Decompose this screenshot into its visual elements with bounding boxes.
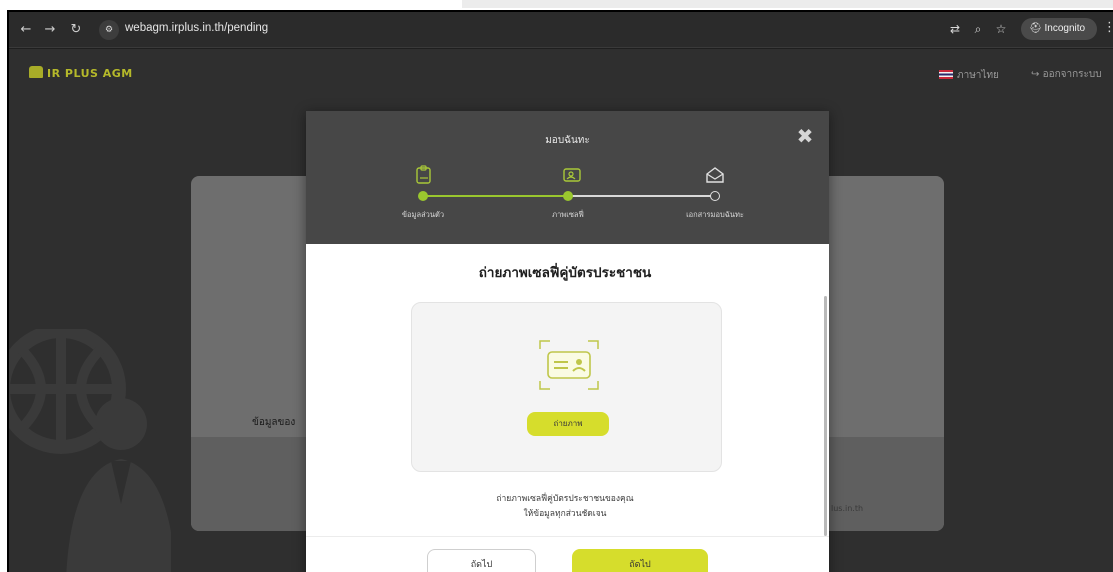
step-label-document: เอกสารมอบฉันทะ — [686, 210, 744, 219]
modal-header: มอบฉันทะ ✖ ข้อมูลส่วนตัว ภาพเซลฟี่ เอกสา… — [306, 111, 829, 244]
language-label: ภาษาไทย — [957, 70, 999, 81]
modal-scrollbar[interactable] — [824, 296, 827, 536]
hint-line-1: ถ่ายภาพเซลฟี่คู่บัตรประชาชนของคุณ — [496, 494, 634, 504]
site-settings-icon[interactable]: ⚙ — [99, 20, 119, 40]
step-connector-pending — [568, 195, 715, 197]
reload-icon[interactable]: ↻ — [67, 21, 85, 39]
back-icon[interactable]: ← — [17, 21, 35, 39]
clipboard-icon — [416, 165, 431, 184]
selfie-title: ถ่ายภาพเซลฟี่คู่บัตรประชาชน — [478, 265, 652, 281]
background-footer-text: lus.in.th — [831, 504, 864, 513]
step-connector-done — [423, 195, 568, 197]
incognito-label: Incognito — [1044, 23, 1086, 34]
next-button[interactable]: ถัดไป — [572, 549, 708, 572]
logo-text: IR PLUS AGM — [47, 67, 133, 80]
modal-footer: ถัดไป ถัดไป — [306, 536, 829, 572]
logout-link[interactable]: ↪ ออกจากระบบ — [1031, 67, 1102, 82]
star-icon[interactable]: ☆ — [993, 21, 1009, 37]
page-backdrop: IR PLUS AGM ภาษาไทย ↪ ออกจากระบบ ข้อมูลข… — [9, 49, 1113, 572]
stepper: ข้อมูลส่วนตัว ภาพเซลฟี่ เอกสารมอบฉันทะ — [306, 165, 829, 235]
logout-label: ออกจากระบบ — [1042, 69, 1102, 80]
capture-photo-button[interactable]: ถ่ายภาพ — [527, 412, 609, 436]
forward-icon[interactable]: → — [41, 21, 59, 39]
zoom-icon[interactable]: ⌕ — [970, 21, 986, 37]
selfie-capture-area[interactable]: ถ่ายภาพ — [411, 302, 722, 472]
top-strip — [462, 0, 1113, 8]
hint-line-2: ให้ข้อมูลทุกส่วนชัดเจน — [523, 509, 607, 519]
language-switch[interactable]: ภาษาไทย — [939, 68, 999, 83]
step-label-selfie: ภาพเซลฟี่ — [552, 210, 584, 219]
thai-flag-icon — [939, 70, 953, 79]
modal-title: มอบฉันทะ — [545, 135, 590, 146]
logout-icon: ↪ — [1031, 69, 1043, 80]
step-dot-selfie[interactable] — [563, 191, 573, 201]
step-dot-document[interactable] — [710, 191, 720, 201]
incognito-icon: ⛑ — [1029, 23, 1045, 34]
background-section-label: ข้อมูลของ — [252, 417, 296, 428]
browser-toolbar: ← → ↻ ⚙ webagm.irplus.in.th/pending ⇄ ⌕ … — [9, 12, 1113, 48]
incognito-badge[interactable]: ⛑ Incognito — [1021, 18, 1097, 40]
step-dot-personal-info[interactable] — [418, 191, 428, 201]
logo-icon — [29, 66, 43, 78]
modal-body: ถ่ายภาพเซลฟี่คู่บัตรประชาชน ถ่ายภาพ ถ่าย… — [306, 244, 829, 536]
browser-window: ← → ↻ ⚙ webagm.irplus.in.th/pending ⇄ ⌕ … — [7, 10, 1113, 572]
envelope-icon — [706, 167, 724, 183]
close-icon[interactable]: ✖ — [794, 125, 816, 147]
back-button[interactable]: ถัดไป — [427, 549, 536, 572]
step-label-personal-info: ข้อมูลส่วนตัว — [401, 210, 445, 219]
translate-icon[interactable]: ⇄ — [947, 21, 963, 37]
id-card-icon — [563, 168, 581, 182]
globe-person-illustration — [9, 329, 171, 572]
proxy-modal: มอบฉันทะ ✖ ข้อมูลส่วนตัว ภาพเซลฟี่ เอกสา… — [306, 111, 829, 572]
screenshot: ← → ↻ ⚙ webagm.irplus.in.th/pending ⇄ ⌕ … — [0, 0, 1113, 572]
menu-icon[interactable]: ⋮ — [1103, 20, 1113, 35]
url-text[interactable]: webagm.irplus.in.th/pending — [125, 22, 268, 34]
app-logo[interactable]: IR PLUS AGM — [29, 66, 133, 80]
id-card-scan-icon — [539, 340, 599, 390]
